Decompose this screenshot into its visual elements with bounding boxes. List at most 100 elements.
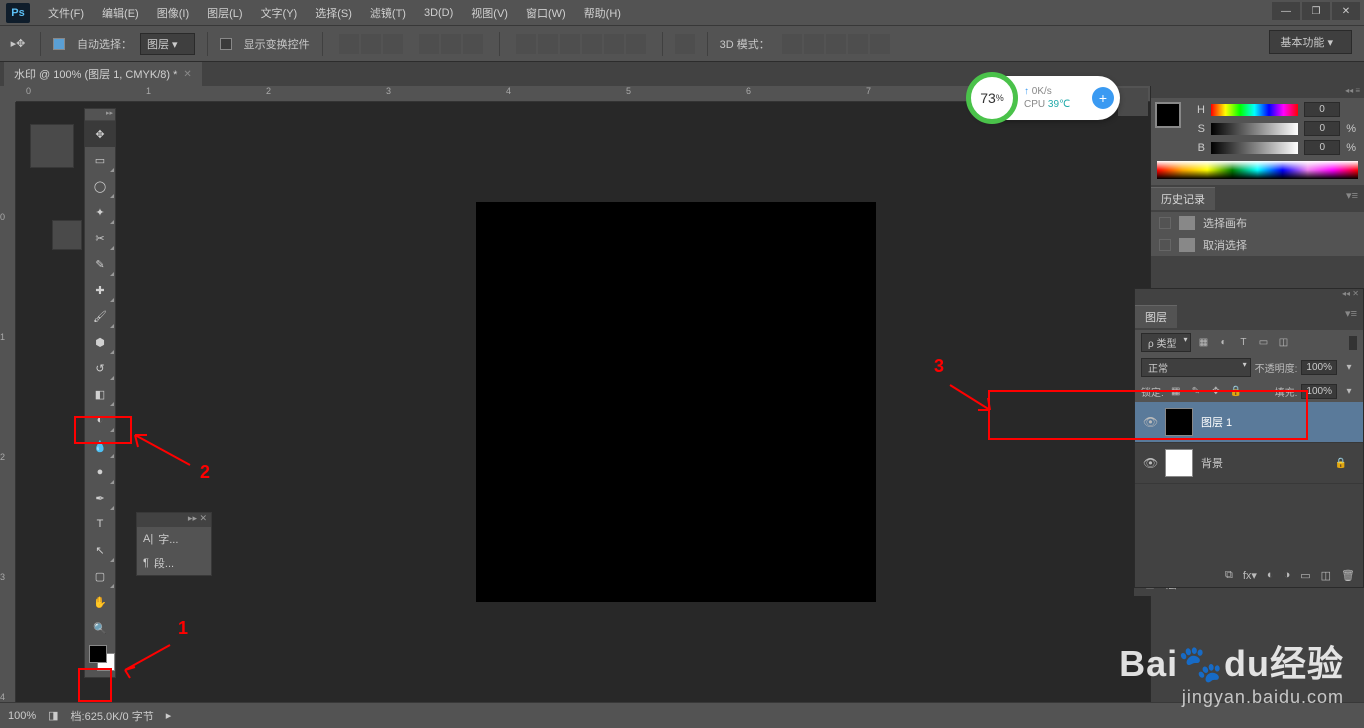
- lock-position-icon[interactable]: ✥: [1208, 383, 1224, 399]
- expand-icon[interactable]: ◨: [48, 709, 58, 722]
- brush-tool[interactable]: 🖌: [85, 303, 115, 329]
- menu-image[interactable]: 图像(I): [149, 2, 197, 24]
- align-vcenter-icon[interactable]: [361, 34, 381, 54]
- minimize-button[interactable]: —: [1272, 2, 1300, 20]
- adjustment-icon[interactable]: ◑: [1284, 569, 1291, 582]
- toolbox-grip[interactable]: [85, 109, 115, 121]
- delete-icon[interactable]: 🗑: [1341, 569, 1355, 582]
- heal-tool[interactable]: ✚: [85, 277, 115, 303]
- visibility-icon[interactable]: 👁: [1143, 415, 1157, 429]
- zoom-tool[interactable]: 🔍: [85, 615, 115, 641]
- lock-all-icon[interactable]: 🔒: [1228, 383, 1244, 399]
- workspace-button[interactable]: 基本功能 ▾: [1269, 30, 1352, 54]
- saturation-slider[interactable]: [1211, 123, 1298, 135]
- menu-help[interactable]: 帮助(H): [576, 2, 629, 24]
- filter-toggle[interactable]: [1349, 336, 1357, 350]
- auto-select-checkbox[interactable]: [53, 38, 65, 50]
- layer-item[interactable]: 👁 背景 🔒: [1135, 443, 1363, 484]
- show-transform-checkbox[interactable]: [220, 38, 232, 50]
- history-tab[interactable]: 历史记录: [1151, 187, 1215, 210]
- chevron-right-icon[interactable]: ▸: [166, 709, 172, 722]
- hue-slider[interactable]: [1211, 104, 1298, 116]
- fill-input[interactable]: 100%: [1301, 384, 1337, 399]
- panel-collapse-icon[interactable]: ◂◂ ✕: [1135, 289, 1363, 303]
- eraser-tool[interactable]: ◧: [85, 381, 115, 407]
- shape-tool[interactable]: ▢: [85, 563, 115, 589]
- ruler-vertical[interactable]: 0 1 2 3 4: [0, 102, 16, 702]
- filter-type-icon[interactable]: T: [1235, 335, 1251, 351]
- type-tool[interactable]: T: [85, 511, 115, 537]
- eyedropper-tool[interactable]: ✎: [85, 251, 115, 277]
- blur-tool[interactable]: 💧: [85, 433, 115, 459]
- auto-select-dropdown[interactable]: 图层 ▾: [140, 33, 195, 55]
- align-bottom-icon[interactable]: [383, 34, 403, 54]
- menu-3d[interactable]: 3D(D): [416, 4, 461, 22]
- filter-pixel-icon[interactable]: ▦: [1195, 335, 1211, 351]
- group-icon[interactable]: ▭: [1300, 569, 1310, 582]
- menu-layer[interactable]: 图层(L): [199, 2, 250, 24]
- doc-info[interactable]: 档:625.0K/0 字节: [71, 708, 154, 724]
- paragraph-button[interactable]: ¶段...: [137, 551, 211, 575]
- pen-tool[interactable]: ✒: [85, 485, 115, 511]
- brightness-slider[interactable]: [1211, 142, 1298, 154]
- layer-name[interactable]: 图层 1: [1201, 414, 1232, 430]
- chevron-down-icon[interactable]: ▾: [1341, 383, 1357, 399]
- distribute-6-icon[interactable]: [626, 34, 646, 54]
- menu-type[interactable]: 文字(Y): [253, 2, 306, 24]
- collapsed-panel-2[interactable]: [52, 220, 82, 250]
- visibility-icon[interactable]: 👁: [1143, 456, 1157, 470]
- character-button[interactable]: A|字...: [137, 527, 211, 551]
- collapsed-dock[interactable]: [1118, 88, 1148, 116]
- distribute-4-icon[interactable]: [582, 34, 602, 54]
- distribute-2-icon[interactable]: [538, 34, 558, 54]
- move-tool[interactable]: ✥: [85, 121, 115, 147]
- layer-thumbnail[interactable]: [1165, 408, 1193, 436]
- menu-window[interactable]: 窗口(W): [518, 2, 574, 24]
- stamp-tool[interactable]: ⬢: [85, 329, 115, 355]
- chevron-down-icon[interactable]: ▾: [1341, 360, 1357, 376]
- layer-name[interactable]: 背景: [1201, 455, 1223, 471]
- panel-collapse-icon[interactable]: ▸▸ ✕: [137, 513, 211, 527]
- move-tool-icon[interactable]: ▸✥: [8, 34, 28, 54]
- canvas[interactable]: [476, 202, 876, 602]
- zoom-3d-icon[interactable]: [870, 34, 890, 54]
- marquee-tool[interactable]: ▭: [85, 147, 115, 173]
- canvas-workspace[interactable]: [16, 102, 1150, 702]
- panel-menu-icon[interactable]: ▾≡: [1339, 305, 1363, 322]
- align-left-icon[interactable]: [419, 34, 439, 54]
- layer-item[interactable]: 👁 图层 1: [1135, 402, 1363, 443]
- maximize-button[interactable]: ❐: [1302, 2, 1330, 20]
- close-icon[interactable]: ✕: [183, 69, 191, 80]
- menu-edit[interactable]: 编辑(E): [94, 2, 147, 24]
- history-brush-tool[interactable]: ↺: [85, 355, 115, 381]
- kind-dropdown[interactable]: ρ 类型: [1141, 333, 1191, 352]
- history-item[interactable]: 选择画布: [1151, 212, 1364, 234]
- wand-tool[interactable]: ✦: [85, 199, 115, 225]
- layers-tab[interactable]: 图层: [1135, 305, 1177, 328]
- hue-value[interactable]: 0: [1304, 102, 1340, 117]
- new-layer-icon[interactable]: ◫: [1321, 569, 1331, 582]
- layer-mask-icon[interactable]: ◐: [1267, 569, 1274, 582]
- collapsed-panel-1[interactable]: [30, 124, 74, 168]
- foreground-color-swatch[interactable]: [89, 645, 107, 663]
- document-tab[interactable]: 水印 @ 100% (图层 1, CMYK/8) * ✕: [4, 62, 202, 86]
- plus-icon[interactable]: +: [1092, 87, 1114, 109]
- layer-thumbnail[interactable]: [1165, 449, 1193, 477]
- distribute-3-icon[interactable]: [560, 34, 580, 54]
- filter-shape-icon[interactable]: ▭: [1255, 335, 1271, 351]
- panel-menu-icon[interactable]: ▾≡: [1340, 187, 1364, 204]
- menu-view[interactable]: 视图(V): [463, 2, 516, 24]
- brightness-value[interactable]: 0: [1304, 140, 1340, 155]
- link-layers-icon[interactable]: ⧉: [1225, 569, 1233, 582]
- close-button[interactable]: ✕: [1332, 2, 1360, 20]
- pan-icon[interactable]: [826, 34, 846, 54]
- align-right-icon[interactable]: [463, 34, 483, 54]
- filter-adjust-icon[interactable]: ◐: [1215, 335, 1231, 351]
- path-tool[interactable]: ↖: [85, 537, 115, 563]
- lock-pixels-icon[interactable]: ▦: [1168, 383, 1184, 399]
- cpu-monitor-widget[interactable]: 73% ↑ 0K/s CPU 39℃ +: [970, 76, 1120, 120]
- align-top-icon[interactable]: [339, 34, 359, 54]
- distribute-5-icon[interactable]: [604, 34, 624, 54]
- crop-tool[interactable]: ✂: [85, 225, 115, 251]
- lock-paint-icon[interactable]: ✎: [1188, 383, 1204, 399]
